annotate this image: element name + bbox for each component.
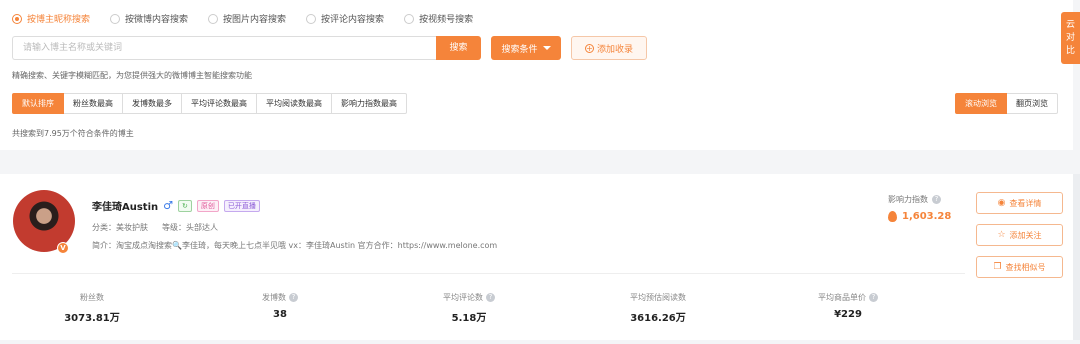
male-icon: ♂ bbox=[163, 199, 174, 212]
caret-down-icon bbox=[542, 46, 551, 50]
refresh-icon: ↻ bbox=[178, 199, 192, 212]
stat-value: 38 bbox=[273, 309, 287, 320]
tab-sort-avg-comments[interactable]: 平均评论数最高 bbox=[182, 93, 257, 114]
stat-posts: 发博数? 38 bbox=[200, 292, 360, 320]
search-hint: 精确搜索、关键字模糊匹配，为您提供强大的微博博主智能搜索功能 bbox=[12, 71, 252, 80]
stat-value: 3073.81万 bbox=[64, 313, 120, 324]
blogger-category: 分类：美妆护肤 bbox=[92, 223, 148, 232]
tab-sort-posts[interactable]: 发博数最多 bbox=[123, 93, 182, 114]
stat-label: 平均预估阅读数 bbox=[630, 293, 686, 302]
sort-tabs: 默认排序 粉丝数最高 发博数最多 平均评论数最高 平均阅读数最高 影响力指数最高 bbox=[12, 93, 407, 114]
view-mode-tabs: 滚动浏览 翻页浏览 bbox=[955, 93, 1058, 114]
side-tab-char: 比 bbox=[1065, 45, 1075, 56]
magnifier-icon: 🔍 bbox=[172, 241, 182, 250]
compare-side-tab[interactable]: 云 对 比 bbox=[1061, 12, 1080, 64]
influence-label-text: 影响力指数 bbox=[888, 195, 928, 204]
stat-value: 3616.26万 bbox=[630, 313, 686, 324]
stat-label: 平均商品单价 bbox=[818, 293, 866, 302]
radio-dot-icon bbox=[404, 13, 415, 24]
original-badge: 原创 bbox=[196, 199, 219, 212]
help-icon[interactable]: ? bbox=[932, 195, 941, 204]
help-icon[interactable]: ? bbox=[289, 293, 298, 302]
radio-dot-icon bbox=[12, 13, 22, 24]
side-tab-char: 云 bbox=[1065, 19, 1075, 30]
tab-sort-influence[interactable]: 影响力指数最高 bbox=[332, 93, 407, 114]
blogger-level: 等级：头部达人 bbox=[162, 223, 218, 232]
blogger-card: V 李佳琦Austin ♂ ↻ 原创 已开直播 分类：美妆护肤 等级：头部达人 … bbox=[0, 174, 1073, 340]
scrollbar[interactable] bbox=[1073, 174, 1080, 340]
search-conditions-button[interactable]: 搜索条件 bbox=[491, 36, 561, 60]
search-conditions-label: 搜索条件 bbox=[501, 44, 538, 55]
add-follow-button[interactable]: ☆ 添加关注 bbox=[976, 224, 1063, 246]
stat-avg-comments: 平均评论数? 5.18万 bbox=[389, 292, 549, 324]
help-icon[interactable]: ? bbox=[486, 293, 495, 302]
radio-search-by-nickname[interactable]: 按博主昵称搜索 bbox=[12, 12, 90, 25]
radio-search-by-video-account[interactable]: 按视频号搜索 bbox=[404, 12, 473, 25]
tab-sort-default[interactable]: 默认排序 bbox=[12, 93, 64, 114]
eye-icon: ◉ bbox=[997, 198, 1006, 208]
side-tab-char: 对 bbox=[1065, 32, 1075, 43]
bio-suffix: 李佳琦，每天晚上七点半见哦 vx：李佳琦Austin 官方合作：https://… bbox=[181, 241, 498, 250]
radio-label: 按视频号搜索 bbox=[419, 15, 474, 25]
stat-followers: 粉丝数 3073.81万 bbox=[12, 292, 172, 324]
radio-search-by-comment-content[interactable]: 按评论内容搜索 bbox=[306, 12, 384, 25]
stat-label: 粉丝数 bbox=[80, 293, 104, 302]
result-count: 共搜索到7.95万个符合条件的博主 bbox=[12, 129, 134, 138]
add-favorite-label: 添加收录 bbox=[596, 44, 633, 55]
add-follow-label: 添加关注 bbox=[1009, 230, 1042, 240]
radio-search-by-image-content[interactable]: 按图片内容搜索 bbox=[208, 12, 286, 25]
radio-search-by-weibo-content[interactable]: 按微博内容搜索 bbox=[110, 12, 188, 25]
tab-page-view[interactable]: 翻页浏览 bbox=[1007, 93, 1058, 114]
radio-dot-icon bbox=[110, 13, 121, 24]
search-type-group: 按博主昵称搜索 按微博内容搜索 按图片内容搜索 按评论内容搜索 按视频号搜索 bbox=[12, 12, 473, 25]
search-button[interactable]: 搜索 bbox=[436, 36, 481, 60]
radio-label: 按图片内容搜索 bbox=[223, 15, 287, 25]
blogger-name[interactable]: 李佳琦Austin bbox=[92, 198, 158, 213]
tab-scroll-view[interactable]: 滚动浏览 bbox=[955, 93, 1007, 114]
add-favorite-button[interactable]: + 添加收录 bbox=[571, 36, 647, 60]
stat-label: 发博数 bbox=[262, 293, 286, 302]
divider bbox=[12, 273, 965, 274]
star-icon: ☆ bbox=[997, 230, 1006, 240]
view-details-label: 查看详情 bbox=[1009, 198, 1042, 208]
search-input[interactable]: 请输入博主名称或关键词 bbox=[12, 36, 436, 60]
tab-sort-avg-reads[interactable]: 平均阅读数最高 bbox=[257, 93, 332, 114]
blogger-name-row: 李佳琦Austin ♂ ↻ 原创 已开直播 bbox=[92, 198, 260, 213]
stat-avg-reads: 平均预估阅读数 3616.26万 bbox=[578, 292, 738, 324]
radio-dot-icon bbox=[306, 13, 317, 24]
influence-value: 1,603.28 bbox=[888, 211, 951, 222]
radio-label: 按微博内容搜索 bbox=[125, 15, 189, 25]
influence-label: 影响力指数 ? bbox=[888, 194, 941, 205]
find-similar-button[interactable]: ❐ 查找相似号 bbox=[976, 256, 1063, 278]
help-icon[interactable]: ? bbox=[869, 293, 878, 302]
stat-avg-price: 平均商品单价? ¥229 bbox=[768, 292, 928, 320]
find-similar-label: 查找相似号 bbox=[1005, 262, 1046, 272]
blogger-meta: 分类：美妆护肤 等级：头部达人 bbox=[92, 222, 218, 233]
plus-circle-icon: + bbox=[584, 43, 594, 53]
stat-value: 5.18万 bbox=[451, 313, 487, 324]
flame-icon bbox=[888, 211, 897, 222]
influence-value-text: 1,603.28 bbox=[902, 211, 952, 222]
radio-label: 按评论内容搜索 bbox=[321, 15, 385, 25]
search-panel: 按博主昵称搜索 按微博内容搜索 按图片内容搜索 按评论内容搜索 按视频号搜索 请… bbox=[0, 0, 1073, 150]
view-details-button[interactable]: ◉ 查看详情 bbox=[976, 192, 1063, 214]
radio-label: 按博主昵称搜索 bbox=[27, 15, 91, 25]
copy-icon: ❐ bbox=[993, 262, 1002, 272]
radio-dot-icon bbox=[208, 13, 219, 24]
tab-sort-followers[interactable]: 粉丝数最高 bbox=[64, 93, 123, 114]
blogger-bio: 简介：淘宝成点淘搜索🔍李佳琦，每天晚上七点半见哦 vx：李佳琦Austin 官方… bbox=[92, 240, 497, 251]
live-badge: 已开直播 bbox=[223, 199, 260, 212]
verified-badge-icon: V bbox=[57, 242, 69, 254]
stat-value: ¥229 bbox=[834, 309, 862, 320]
bio-prefix: 简介：淘宝成点淘搜索 bbox=[92, 241, 172, 250]
stat-label: 平均评论数 bbox=[443, 293, 483, 302]
avatar[interactable]: V bbox=[13, 190, 75, 254]
